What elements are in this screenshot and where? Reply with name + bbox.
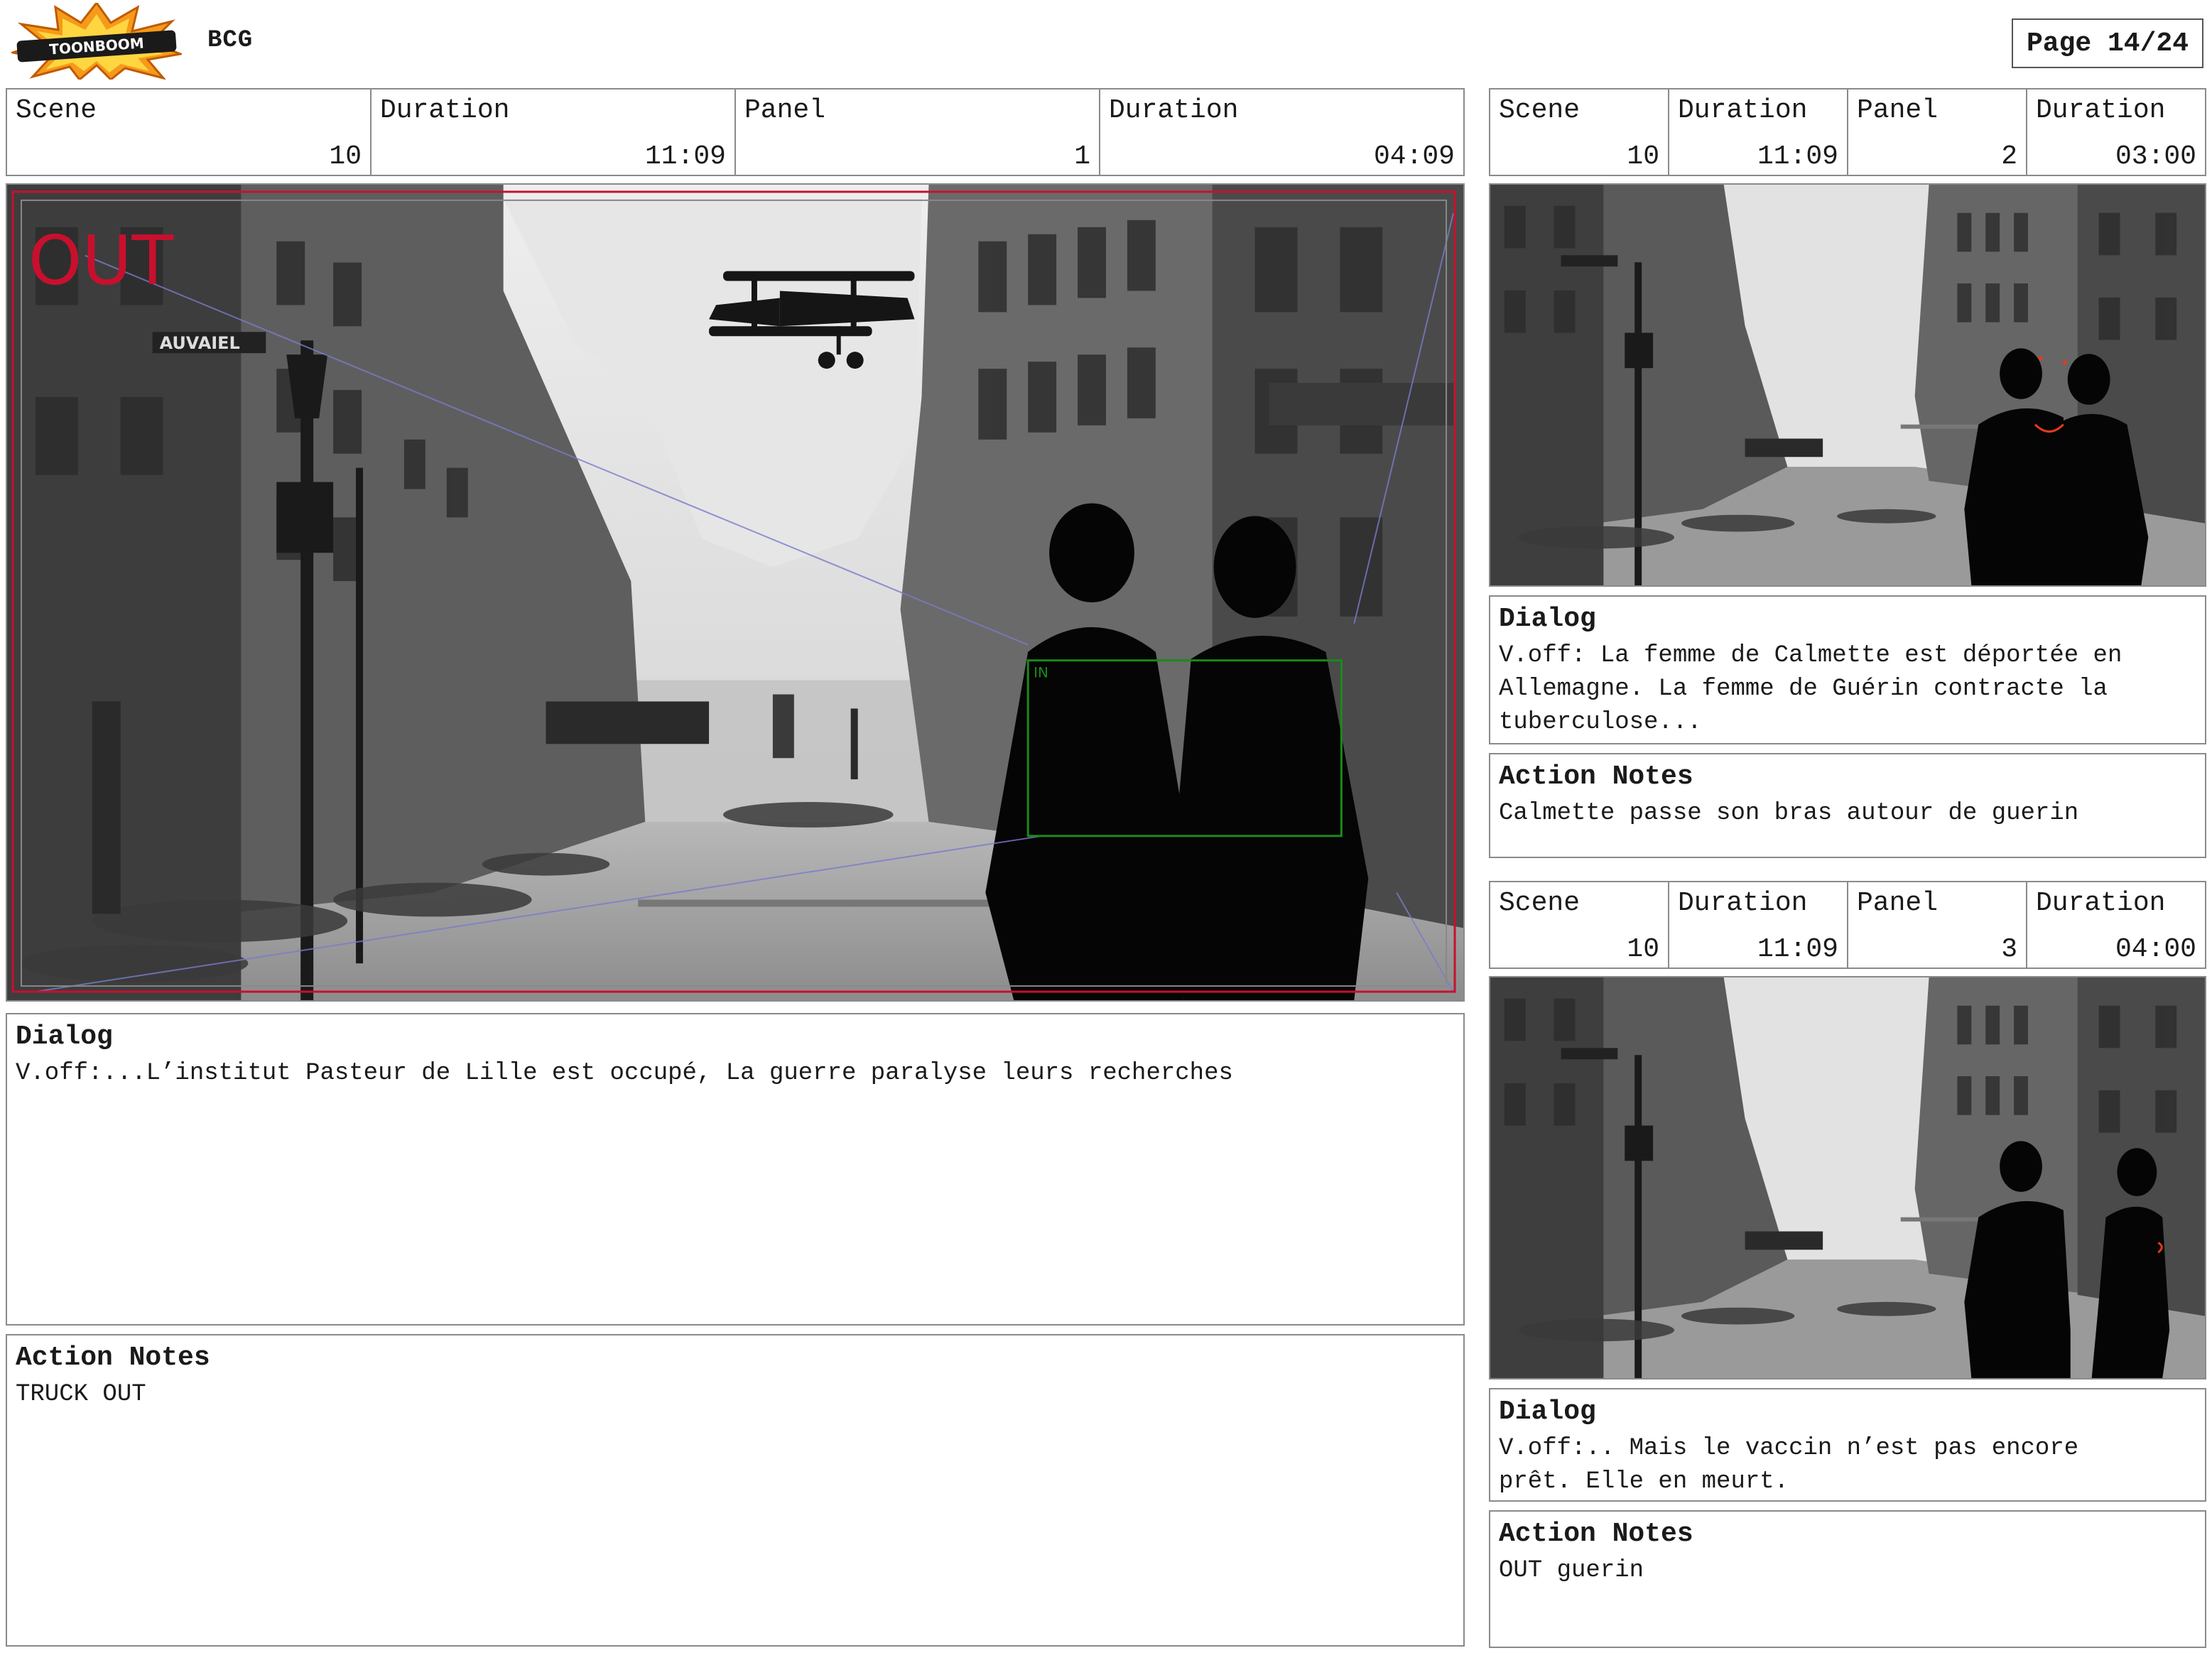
panel-cell: Panel 1 [736,90,1100,175]
panel-duration-value: 04:00 [2115,934,2196,965]
scene-cell: Scene 10 [1490,882,1669,968]
panel-cell: Panel 3 [1848,882,2027,968]
panel-3-dialog-box: Dialog V.off:.. Mais le vaccin n’est pas… [1489,1388,2206,1502]
panel-duration-value: 04:09 [1373,141,1455,172]
panel-2-info-row: Scene 10 Duration 11:09 Panel 2 Duration… [1489,88,2206,176]
dialog-heading: Dialog [1499,1397,1596,1427]
svg-text:AUVAIEL: AUVAIEL [160,333,240,353]
panel-3-action-notes-box: Action Notes OUT guerin [1489,1510,2206,1648]
panel-3-info-row: Scene 10 Duration 11:09 Panel 3 Duration… [1489,881,2206,969]
action-notes-heading: Action Notes [16,1343,210,1373]
panel-2-image[interactable] [1489,183,2206,587]
frame-out-label: OUT [28,221,174,300]
panel-value: 3 [2001,934,2017,965]
panel-duration-value: 03:00 [2115,141,2196,172]
panel-cell: Panel 2 [1848,90,2027,175]
panel-duration-label: Duration [2036,888,2166,918]
page-indicator: Page 14/24 [2012,18,2203,68]
panel-1-dialog-box: Dialog V.off:...L’institut Pasteur de Li… [6,1013,1465,1326]
scene-duration-label: Duration [1678,95,1808,126]
toonboom-logo: TOONBOOM [9,1,185,82]
panel-3-action-notes-text[interactable]: OUT guerin [1499,1554,2196,1588]
action-notes-heading: Action Notes [1499,1519,1693,1549]
scene-value: 10 [1627,141,1659,172]
panel-duration-cell: Duration 03:00 [2027,90,2205,175]
project-title: BCG [207,27,254,54]
scene-duration-label: Duration [1678,888,1808,918]
scene-duration-cell: Duration 11:09 [1669,90,1848,175]
panel-2-dialog-text[interactable]: V.off: La femme de Calmette est déportée… [1499,639,2196,739]
panel-3-image[interactable] [1489,976,2206,1380]
scene-label: Scene [1499,95,1581,126]
panel-1-info-row: Scene 10 Duration 11:09 Panel 1 Duration… [6,88,1465,176]
toonboom-logo-graphic: TOONBOOM [9,1,185,82]
scene-value: 10 [1627,934,1659,965]
panel-duration-label: Duration [2036,95,2166,126]
panel-1-dialog-text[interactable]: V.off:...L’institut Pasteur de Lille est… [16,1057,1455,1090]
scene-duration-value: 11:09 [1757,934,1838,965]
scene-value: 10 [329,141,362,172]
panel-value: 1 [1074,141,1090,172]
panel-label: Panel [744,95,826,126]
scene-duration-cell: Duration 11:09 [372,90,736,175]
panel-2-dialog-box: Dialog V.off: La femme de Calmette est d… [1489,595,2206,744]
frame-in-label: IN [1034,664,1048,681]
panel-duration-label: Duration [1109,95,1239,126]
panel-1-action-notes-text[interactable]: TRUCK OUT [16,1378,1455,1411]
scene-duration-cell: Duration 11:09 [1669,882,1848,968]
scene-duration-value: 11:09 [644,141,726,172]
panel-1-illustration: AUVAIEL OUT IN [7,185,1463,1000]
scene-duration-label: Duration [380,95,510,126]
action-notes-heading: Action Notes [1499,762,1693,792]
dialog-heading: Dialog [1499,604,1596,634]
panel-label: Panel [1857,888,1939,918]
panel-3-illustration [1490,977,2205,1378]
scene-duration-value: 11:09 [1757,141,1838,172]
panel-2-action-notes-box: Action Notes Calmette passe son bras aut… [1489,753,2206,858]
panel-2-illustration [1490,185,2205,585]
panel-2-action-notes-text[interactable]: Calmette passe son bras autour de guerin [1499,797,2196,830]
panel-1-image[interactable]: AUVAIEL OUT IN [6,183,1465,1002]
scene-cell: Scene 10 [1490,90,1669,175]
panel-value: 2 [2001,141,2017,172]
scene-label: Scene [1499,888,1581,918]
scene-cell: Scene 10 [7,90,372,175]
panel-1-action-notes-box: Action Notes TRUCK OUT [6,1334,1465,1647]
panel-label: Panel [1857,95,1939,126]
scene-label: Scene [16,95,97,126]
dialog-heading: Dialog [16,1021,113,1052]
panel-3-dialog-text[interactable]: V.off:.. Mais le vaccin n’est pas encore… [1499,1432,2196,1499]
panel-duration-cell: Duration 04:00 [2027,882,2205,968]
panel-duration-cell: Duration 04:09 [1100,90,1463,175]
